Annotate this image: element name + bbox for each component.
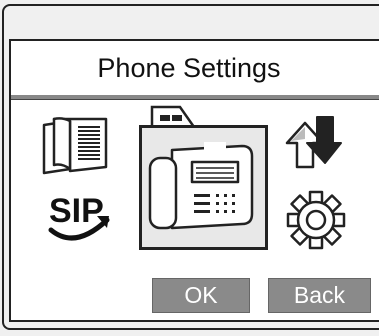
title-bar: Phone Settings <box>11 41 379 95</box>
menu-item-sip[interactable]: SIP <box>45 190 115 248</box>
sip-logo-text: SIP <box>49 192 104 230</box>
book-icon <box>42 117 108 175</box>
phone-screen: Phone Settings SIP OK Back <box>0 0 379 336</box>
back-button-label: Back <box>293 282 346 308</box>
gear-icon <box>286 190 346 250</box>
ok-button-label: OK <box>184 282 218 308</box>
menu-item-phone-settings[interactable] <box>139 125 268 250</box>
desk-phone-icon <box>148 142 254 230</box>
page-title: Phone Settings <box>97 52 281 83</box>
up-down-arrows-icon <box>285 116 342 169</box>
ok-button[interactable]: OK <box>152 278 250 313</box>
sip-logo-icon: SIP <box>48 192 110 241</box>
menu-item-directory[interactable] <box>40 115 110 177</box>
back-button[interactable]: Back <box>268 278 371 313</box>
menu-item-transfer[interactable] <box>283 113 343 171</box>
menu-item-settings[interactable] <box>286 190 346 250</box>
